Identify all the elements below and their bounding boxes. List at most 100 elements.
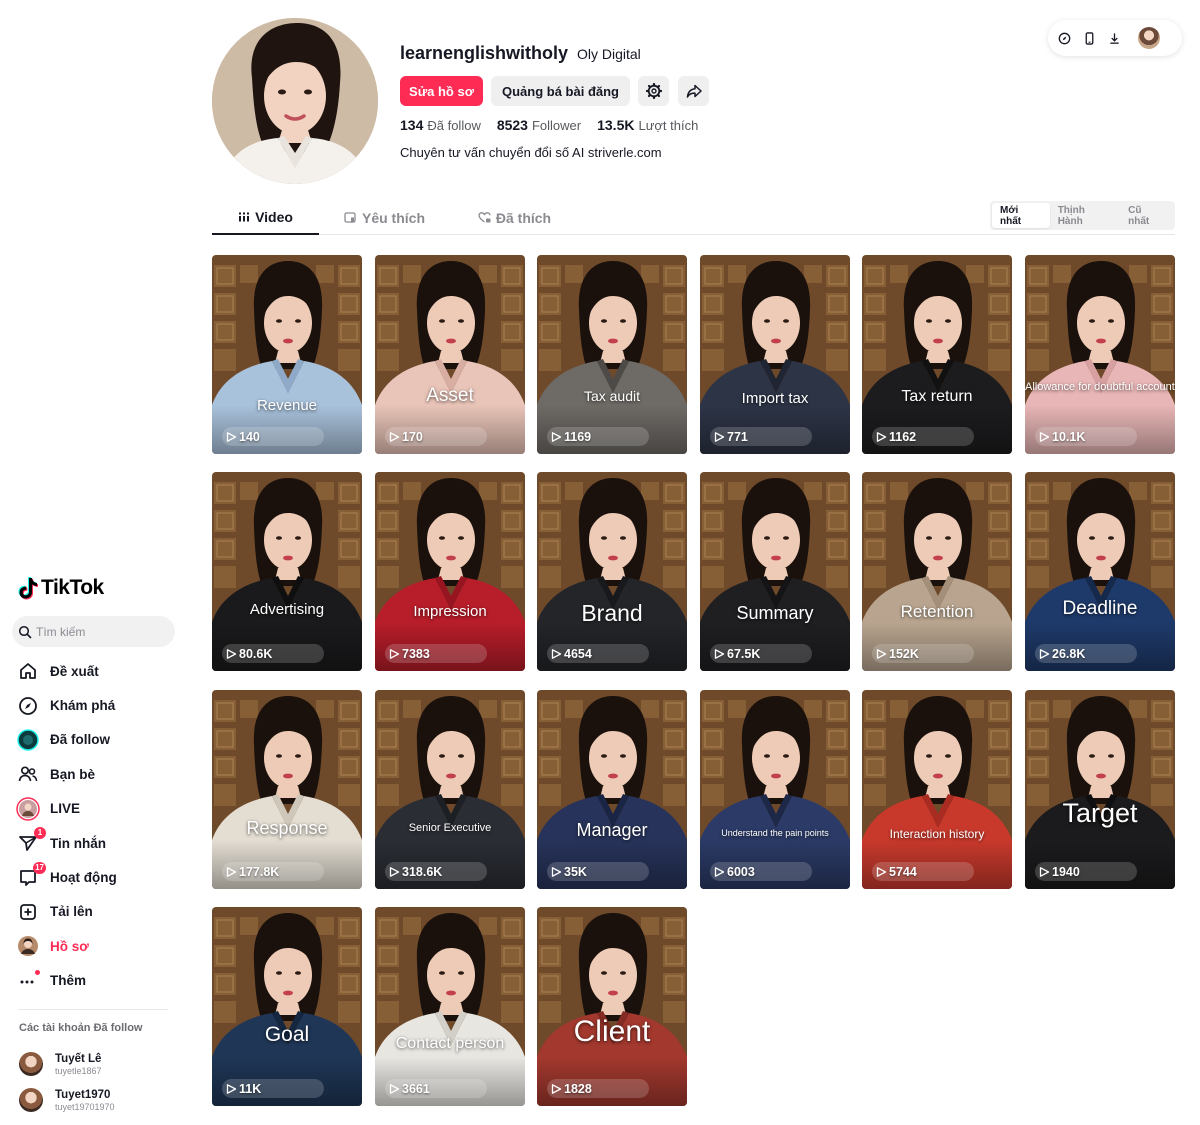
video-card[interactable]: Allowance for doubtful accounts 10.1K: [1025, 255, 1175, 454]
video-card[interactable]: Retention 152K: [862, 472, 1012, 671]
stat-following[interactable]: 134 Đã follow: [400, 117, 481, 133]
share-button[interactable]: [678, 76, 709, 106]
nav-label: Bạn bè: [50, 766, 96, 782]
video-views: 67.5K: [727, 646, 761, 661]
play-icon: [1039, 431, 1050, 442]
video-card[interactable]: Impression 7383: [375, 472, 525, 671]
search-box[interactable]: [12, 616, 175, 647]
video-stats: 1828: [547, 1079, 649, 1098]
video-card[interactable]: Tax return 1162: [862, 255, 1012, 454]
settings-button[interactable]: [638, 76, 669, 106]
nav-item-messages[interactable]: 1 Tin nhắn: [16, 826, 186, 860]
video-views: 140: [239, 429, 260, 444]
live-icon: [16, 797, 40, 821]
play-icon: [714, 866, 725, 877]
edit-profile-button[interactable]: Sửa hồ sơ: [400, 76, 483, 106]
tab-favorites[interactable]: Yêu thích: [332, 200, 437, 235]
video-stats: 26.8K: [1035, 644, 1137, 663]
video-card[interactable]: Brand 4654: [537, 472, 687, 671]
nav-item-live[interactable]: LIVE: [16, 792, 186, 826]
play-icon: [226, 431, 237, 442]
video-stats: 67.5K: [710, 644, 812, 663]
nav-item-activity[interactable]: 17 Hoạt động: [16, 860, 186, 894]
nav-item-following[interactable]: Đã follow: [16, 723, 186, 757]
activity-badge: 17: [33, 861, 46, 874]
video-stats: 5744: [872, 862, 974, 881]
play-icon: [1039, 648, 1050, 659]
video-card[interactable]: Summary 67.5K: [700, 472, 850, 671]
video-title: Understand the pain points: [721, 828, 829, 838]
following-account-text: Tuyết Lê tuyetle1867: [55, 1053, 102, 1076]
video-views: 11K: [239, 1081, 262, 1096]
nav-item-explore[interactable]: Khám phá: [16, 688, 186, 722]
upload-icon: [16, 900, 40, 924]
video-card[interactable]: Interaction history 5744: [862, 690, 1012, 889]
nav-item-more[interactable]: Thêm: [16, 964, 186, 998]
video-card[interactable]: Manager 35K: [537, 690, 687, 889]
video-card[interactable]: Advertising 80.6K: [212, 472, 362, 671]
bookmark-folder-icon: [344, 212, 356, 223]
sort-latest[interactable]: Mới nhất: [992, 203, 1050, 228]
user-avatar[interactable]: [1138, 27, 1160, 49]
video-card[interactable]: Response 177.8K: [212, 690, 362, 889]
avatar: [19, 1088, 43, 1112]
video-stats: 11K: [222, 1079, 324, 1098]
video-title: Deadline: [1062, 598, 1138, 619]
sidebar-nav: Đề xuất Khám phá Đã follow Bạn bè LIVE 1…: [16, 654, 186, 998]
sort-popular[interactable]: Thịnh Hành: [1050, 203, 1120, 228]
video-card[interactable]: Contact person 3661: [375, 907, 525, 1106]
video-card[interactable]: Target 1940: [1025, 690, 1175, 889]
play-icon: [389, 431, 400, 442]
messages-badge: 1: [34, 827, 46, 840]
following-account[interactable]: Tuyết Lê tuyetle1867: [19, 1046, 115, 1082]
video-title: Allowance for doubtful accounts: [1025, 381, 1175, 393]
nav-item-upload[interactable]: Tải lên: [16, 895, 186, 929]
video-title: Summary: [736, 603, 814, 623]
avatar: [19, 1052, 43, 1076]
video-card[interactable]: Client 1828: [537, 907, 687, 1106]
play-icon: [551, 431, 562, 442]
nav-item-friends[interactable]: Bạn bè: [16, 757, 186, 791]
account-name: Tuyet1970: [55, 1088, 111, 1101]
phone-icon[interactable]: [1082, 31, 1096, 45]
stat-followers[interactable]: 8523 Follower: [497, 117, 581, 133]
video-views: 3661: [402, 1081, 430, 1096]
profile-avatar[interactable]: [212, 18, 378, 184]
video-title: Tax return: [901, 388, 973, 405]
tab-liked[interactable]: Đã thích: [462, 200, 567, 235]
video-thumbnail: [862, 690, 1012, 889]
video-thumbnail: [1025, 472, 1175, 671]
video-card[interactable]: Deadline 26.8K: [1025, 472, 1175, 671]
play-icon: [551, 1083, 562, 1094]
video-card[interactable]: Tax audit 1169: [537, 255, 687, 454]
video-thumbnail: [375, 255, 525, 454]
nav-item-foryou[interactable]: Đề xuất: [16, 654, 186, 688]
following-account[interactable]: Tuyet1970 tuyet19701970: [19, 1082, 115, 1118]
video-card[interactable]: Goal 11K: [212, 907, 362, 1106]
tab-videos[interactable]: Video: [212, 200, 319, 235]
stat-label: Lượt thích: [638, 118, 699, 133]
compass-icon: [16, 694, 40, 718]
video-title: Asset: [426, 385, 474, 406]
video-thumbnail: [375, 472, 525, 671]
video-card[interactable]: Asset 170: [375, 255, 525, 454]
video-card[interactable]: Senior Executive 318.6K: [375, 690, 525, 889]
video-card[interactable]: Revenue 140: [212, 255, 362, 454]
profile-nickname: Oly Digital: [577, 46, 641, 62]
video-title: Contact person: [395, 1035, 505, 1052]
video-title: Retention: [900, 602, 974, 621]
download-icon[interactable]: [1107, 31, 1121, 45]
home-icon: [16, 659, 40, 683]
tiktok-logo[interactable]: TikTok: [18, 576, 104, 600]
nav-item-profile[interactable]: Hồ sơ: [16, 929, 186, 963]
video-stats: 152K: [872, 644, 974, 663]
promote-post-button[interactable]: Quảng bá bài đăng: [491, 76, 630, 106]
stat-number: 13.5K: [597, 117, 635, 133]
video-stats: 1162: [872, 427, 974, 446]
video-card[interactable]: Import tax 771: [700, 255, 850, 454]
video-card[interactable]: Understand the pain points 6003: [700, 690, 850, 889]
coin-icon[interactable]: [1057, 31, 1071, 45]
sidebar: TikTok Đề xuất Khám phá Đã follow: [0, 0, 190, 1125]
sort-oldest[interactable]: Cũ nhất: [1120, 203, 1173, 228]
search-input[interactable]: [36, 624, 166, 639]
